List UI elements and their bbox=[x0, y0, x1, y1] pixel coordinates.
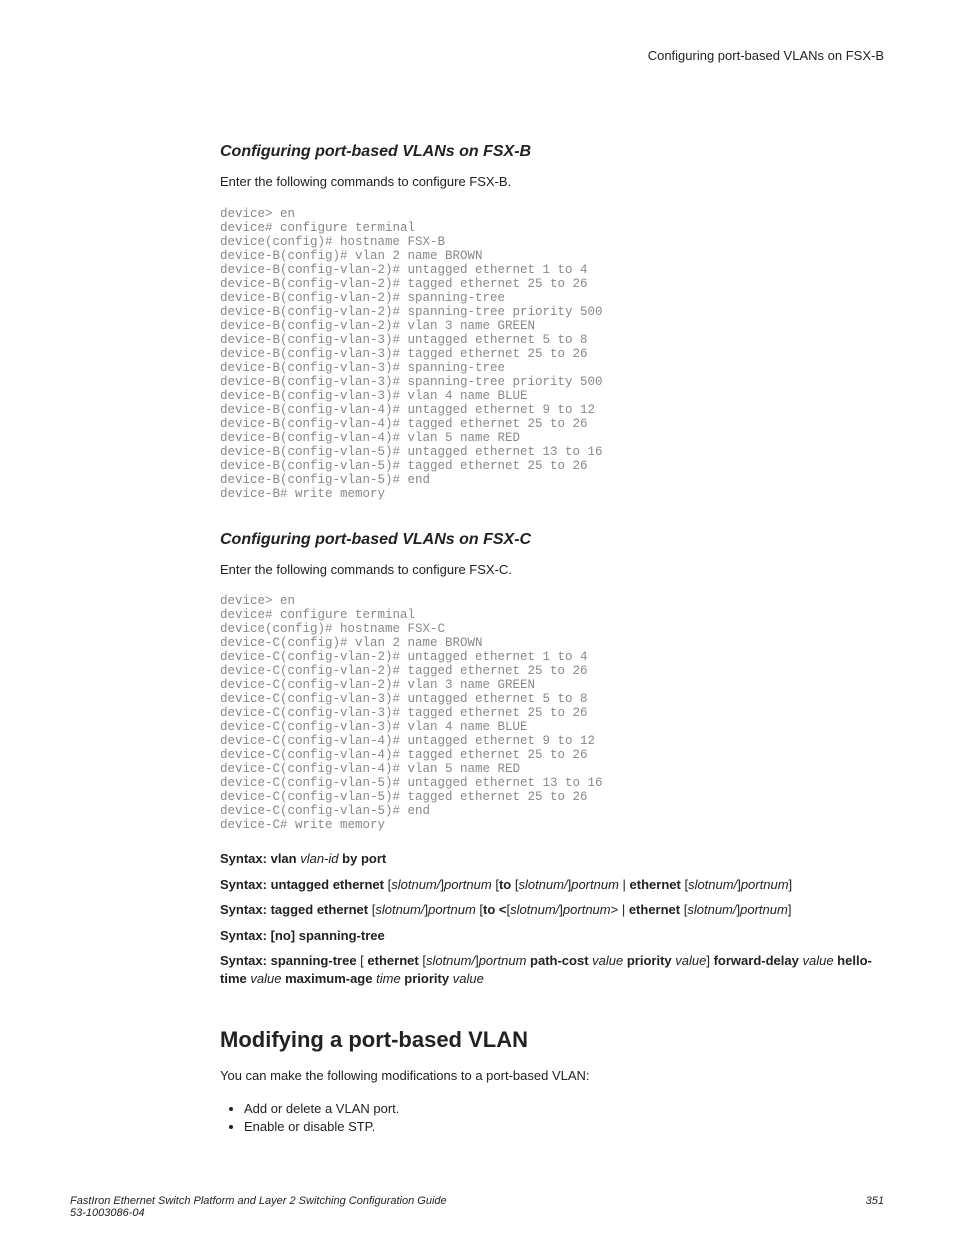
syntax-label: Syntax: bbox=[220, 851, 267, 866]
syntax-label: Syntax: bbox=[220, 902, 267, 917]
syntax-tagged: Syntax: tagged ethernet [slotnum/]portnu… bbox=[220, 901, 884, 919]
list-item: Enable or disable STP. bbox=[244, 1119, 884, 1134]
syntax-arg: time bbox=[376, 971, 401, 986]
syntax-kw: to bbox=[499, 877, 511, 892]
section-title-fsx-c: Configuring port-based VLANs on FSX-C bbox=[220, 531, 884, 549]
syntax-arg: value bbox=[802, 953, 833, 968]
syntax-arg: value bbox=[592, 953, 623, 968]
list-item: Add or delete a VLAN port. bbox=[244, 1101, 884, 1116]
syntax-arg: value bbox=[675, 953, 706, 968]
modifying-bullets: Add or delete a VLAN port. Enable or dis… bbox=[220, 1101, 884, 1134]
footer-doc-title: FastIron Ethernet Switch Platform and La… bbox=[70, 1195, 447, 1207]
syntax-arg: portnum bbox=[741, 877, 789, 892]
footer-page-number: 351 bbox=[866, 1195, 884, 1219]
syntax-arg: slotnum/ bbox=[426, 953, 475, 968]
syntax-kw: ethernet bbox=[629, 902, 680, 917]
syntax-kw: priority bbox=[627, 953, 672, 968]
syntax-kw: vlan bbox=[271, 851, 297, 866]
syntax-arg: vlan-id bbox=[300, 851, 338, 866]
syntax-kw: untagged ethernet bbox=[271, 877, 384, 892]
footer-doc-number: 53-1003086-04 bbox=[70, 1207, 447, 1219]
syntax-kw: tagged ethernet bbox=[271, 902, 369, 917]
section-intro-fsx-c: Enter the following commands to configur… bbox=[220, 561, 884, 579]
syntax-arg: portnum bbox=[563, 902, 611, 917]
syntax-arg: slotnum/ bbox=[375, 902, 424, 917]
syntax-kw: forward-delay bbox=[714, 953, 799, 968]
syntax-arg: slotnum/ bbox=[518, 877, 567, 892]
syntax-arg: slotnum/ bbox=[687, 902, 736, 917]
syntax-arg: slotnum/ bbox=[688, 877, 737, 892]
syntax-arg: portnum bbox=[571, 877, 619, 892]
running-header: Configuring port-based VLANs on FSX-B bbox=[220, 48, 884, 63]
syntax-arg: portnum bbox=[444, 877, 492, 892]
page-footer: FastIron Ethernet Switch Platform and La… bbox=[0, 1167, 954, 1249]
syntax-kw: priority bbox=[404, 971, 449, 986]
syntax-kw: spanning-tree bbox=[271, 953, 357, 968]
syntax-spanning-tree: Syntax: spanning-tree [ ethernet [slotnu… bbox=[220, 952, 884, 987]
section-intro-fsx-b: Enter the following commands to configur… bbox=[220, 173, 884, 191]
modifying-intro: You can make the following modifications… bbox=[220, 1067, 884, 1085]
syntax-no-spanning-tree: Syntax: [no] spanning-tree bbox=[220, 927, 884, 945]
footer-left: FastIron Ethernet Switch Platform and La… bbox=[70, 1195, 447, 1219]
syntax-arg: value bbox=[250, 971, 281, 986]
syntax-kw: spanning-tree bbox=[299, 928, 385, 943]
syntax-label: Syntax: bbox=[220, 877, 267, 892]
syntax-kw: [no] bbox=[271, 928, 296, 943]
syntax-arg: slotnum/ bbox=[391, 877, 440, 892]
syntax-label: Syntax: bbox=[220, 928, 267, 943]
code-block-fsx-c: device> en device# configure terminal de… bbox=[220, 594, 884, 832]
code-block-fsx-b: device> en device# configure terminal de… bbox=[220, 207, 884, 501]
syntax-kw: maximum-age bbox=[285, 971, 372, 986]
syntax-kw: to < bbox=[483, 902, 506, 917]
syntax-kw: path-cost bbox=[530, 953, 589, 968]
syntax-untagged: Syntax: untagged ethernet [slotnum/]port… bbox=[220, 876, 884, 894]
syntax-arg: portnum bbox=[428, 902, 476, 917]
heading-modifying: Modifying a port-based VLAN bbox=[220, 1027, 884, 1053]
section-title-fsx-b: Configuring port-based VLANs on FSX-B bbox=[220, 143, 884, 161]
syntax-arg: slotnum/ bbox=[510, 902, 559, 917]
syntax-kw: ethernet bbox=[367, 953, 418, 968]
syntax-arg: portnum bbox=[479, 953, 527, 968]
syntax-label: Syntax: bbox=[220, 953, 267, 968]
syntax-arg: portnum bbox=[740, 902, 788, 917]
syntax-kw: ethernet bbox=[630, 877, 681, 892]
syntax-arg: value bbox=[453, 971, 484, 986]
syntax-kw: by port bbox=[342, 851, 386, 866]
syntax-vlan: Syntax: vlan vlan-id by port bbox=[220, 850, 884, 868]
page-content: Configuring port-based VLANs on FSX-B Co… bbox=[0, 0, 954, 1167]
